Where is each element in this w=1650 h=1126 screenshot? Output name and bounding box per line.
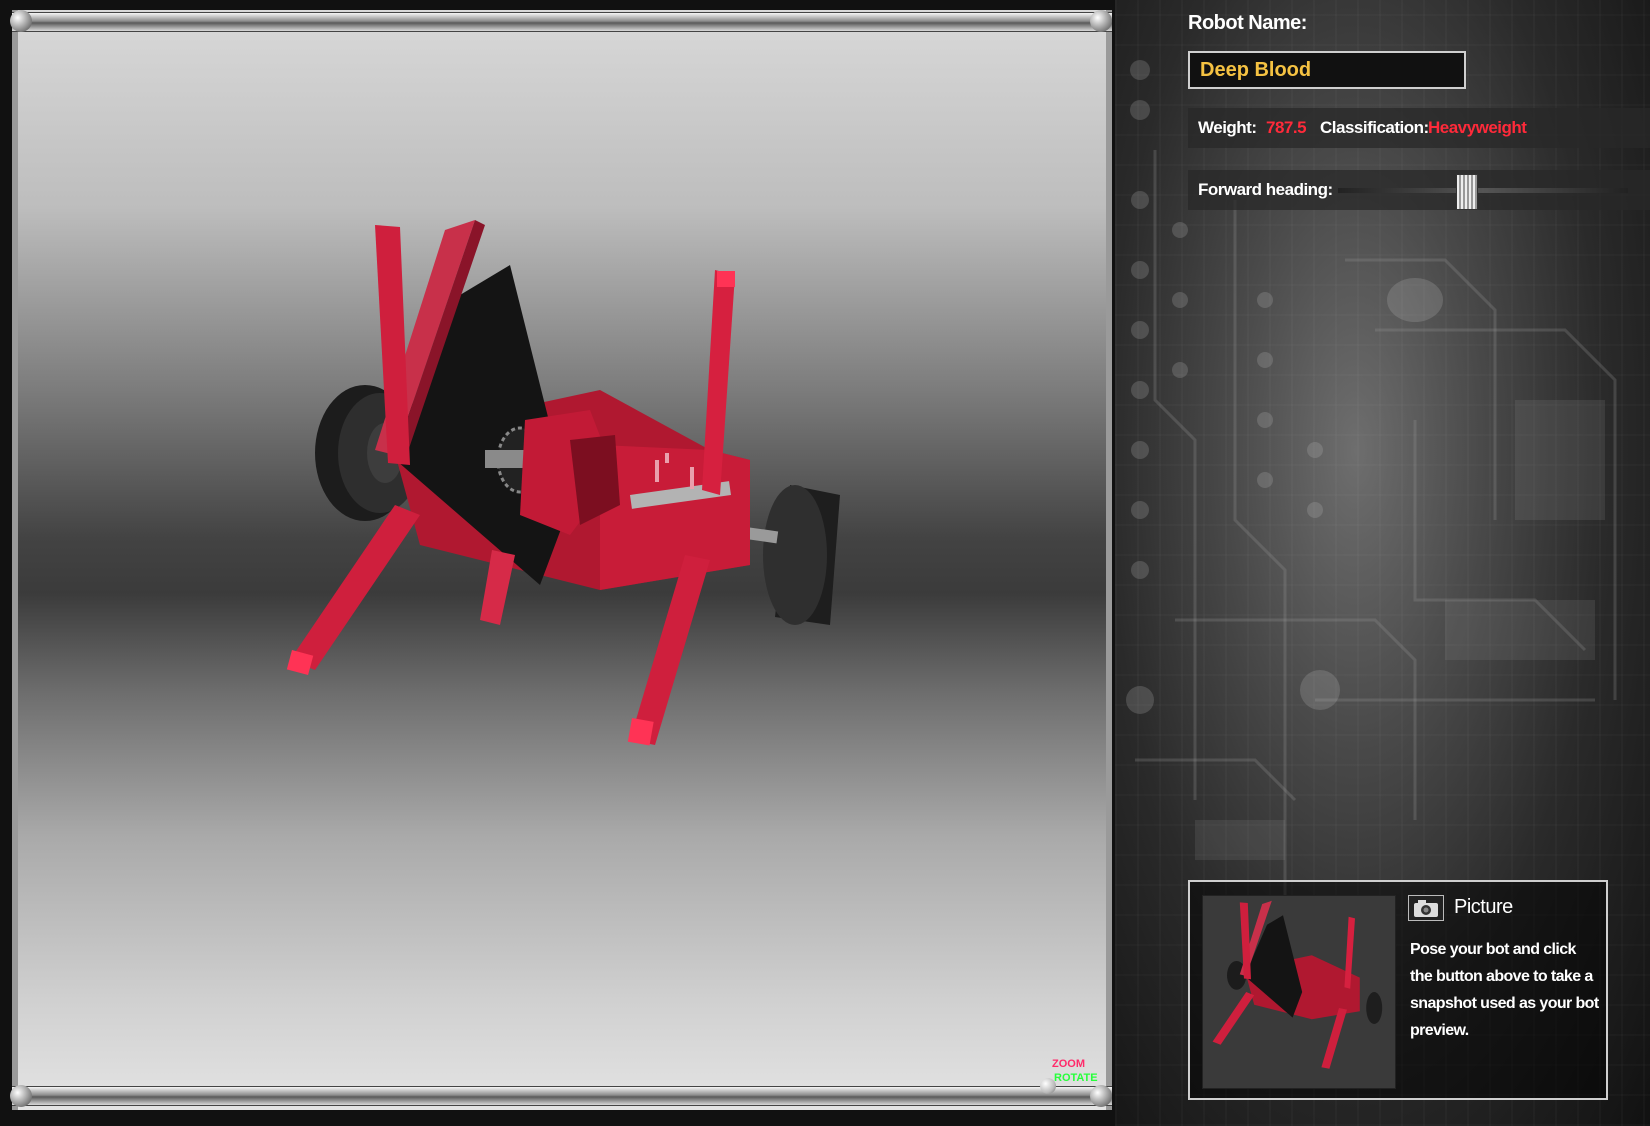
rotate-label: ROTATE (1054, 1072, 1098, 1084)
take-picture-button[interactable] (1408, 895, 1444, 921)
robot-model[interactable] (270, 205, 850, 805)
bottom-rail (12, 1086, 1112, 1106)
weight-label: Weight: (1198, 118, 1257, 137)
bot-preview-thumbnail (1202, 895, 1396, 1089)
robot-viewport[interactable]: ZOOM ROTATE (0, 0, 1115, 1126)
robot-name-input[interactable] (1188, 51, 1466, 89)
bolt-icon (1090, 10, 1112, 32)
weight-classification-bar: Weight: 787.5 Classification: Heavyweigh… (1188, 108, 1650, 148)
zoom-knob[interactable] (1040, 1078, 1056, 1094)
forward-heading-label: Forward heading: (1198, 180, 1333, 199)
picture-panel: Picture Pose your bot and click the butt… (1188, 880, 1608, 1100)
robot-name-label: Robot Name: (1188, 12, 1307, 34)
classification-value: Heavyweight (1428, 118, 1527, 137)
bolt-icon (10, 10, 32, 32)
camera-icon (1414, 900, 1438, 917)
top-rail (12, 12, 1112, 32)
thumbnail-robot-image (1212, 900, 1383, 1069)
slider-thumb[interactable] (1455, 174, 1478, 210)
zoom-label: ZOOM (1052, 1058, 1085, 1070)
classification-label: Classification: (1320, 118, 1429, 137)
bolt-icon (10, 1085, 32, 1107)
picture-description: Pose your bot and click the button above… (1410, 941, 1599, 1039)
weight-value: 787.5 (1266, 118, 1307, 137)
forward-heading-slider[interactable] (1338, 174, 1628, 210)
robot-info-panel: Robot Name: Weight: 787.5 Classification… (1115, 0, 1650, 1126)
picture-title: Picture (1454, 896, 1513, 918)
right-wheel (763, 485, 840, 625)
zoom-rotate-control[interactable]: ZOOM ROTATE (1040, 1058, 1100, 1094)
forward-heading-bar: Forward heading: (1188, 170, 1650, 210)
